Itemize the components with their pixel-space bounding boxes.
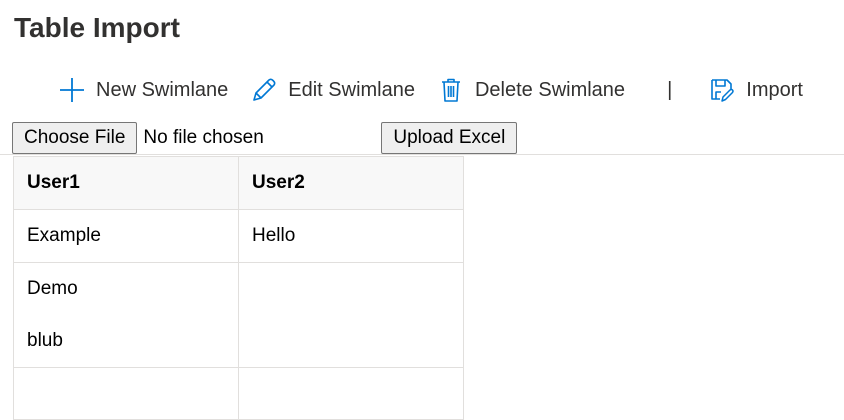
table-cell[interactable]: Hello [238, 209, 464, 263]
edit-swimlane-button[interactable]: Edit Swimlane [250, 72, 415, 108]
pencil-icon [250, 76, 278, 104]
new-swimlane-button[interactable]: New Swimlane [58, 72, 228, 108]
trash-icon [437, 76, 465, 104]
page-title: Table Import [14, 12, 180, 43]
table-cell[interactable] [238, 262, 464, 368]
cell-text: Example [27, 225, 101, 246]
cell-text: Demo [27, 278, 78, 299]
command-bar: New Swimlane Edit Swimlane Delete Swimla… [58, 72, 803, 108]
table-row[interactable] [13, 367, 464, 420]
edit-swimlane-label: Edit Swimlane [288, 78, 415, 101]
divider [0, 154, 844, 155]
file-upload-row: Choose File No file chosen Upload Excel [12, 122, 518, 154]
table-cell[interactable]: Demo blub [13, 262, 239, 368]
column-header-user1[interactable]: User1 [13, 156, 239, 210]
table-cell[interactable] [238, 367, 464, 420]
table-cell[interactable]: Example [13, 209, 239, 263]
choose-file-button[interactable]: Choose File [12, 122, 138, 154]
column-header-user2[interactable]: User2 [238, 156, 464, 210]
upload-excel-button[interactable]: Upload Excel [381, 122, 518, 154]
delete-swimlane-label: Delete Swimlane [474, 78, 626, 101]
table-row[interactable]: Example Hello [13, 209, 464, 263]
table-row[interactable]: Demo blub [13, 262, 464, 368]
new-swimlane-label: New Swimlane [96, 78, 229, 101]
toolbar-separator: | [667, 78, 673, 101]
save-icon [708, 76, 736, 104]
cell-text: blub [27, 330, 63, 351]
table-header-row: User1 User2 [13, 156, 464, 210]
plus-icon [58, 76, 86, 104]
import-table: User1 User2 Example Hello Demo blub [13, 156, 464, 420]
import-button[interactable]: Import [708, 72, 803, 108]
table-cell[interactable] [13, 367, 239, 420]
cell-text: Hello [252, 225, 296, 246]
file-status-text: No file chosen [143, 127, 264, 148]
delete-swimlane-button[interactable]: Delete Swimlane [437, 72, 625, 108]
import-label: Import [746, 78, 803, 101]
